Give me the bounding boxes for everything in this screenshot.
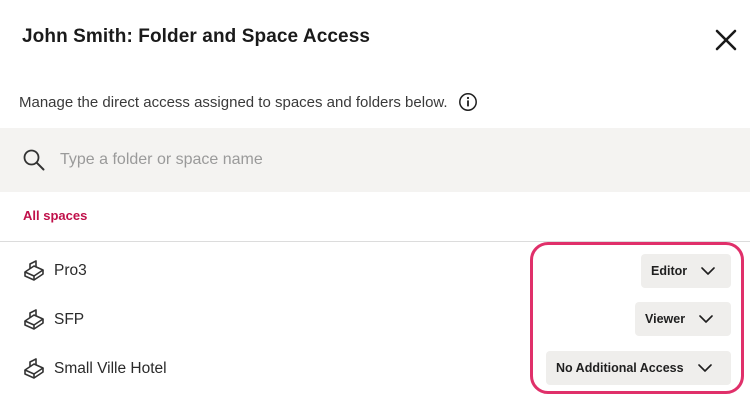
search-input[interactable] xyxy=(58,150,662,170)
access-dropdown[interactable]: No Additional Access xyxy=(546,351,731,385)
space-row: Small Ville Hotel No Additional Access xyxy=(0,349,750,389)
access-dropdown-label: Viewer xyxy=(645,312,686,326)
close-icon xyxy=(715,29,737,51)
all-spaces-link[interactable]: All spaces xyxy=(23,208,87,223)
search-bar xyxy=(0,128,750,192)
space-row: SFP Viewer xyxy=(0,300,750,340)
space-name[interactable]: Pro3 xyxy=(54,262,87,280)
space-cube-icon xyxy=(24,309,44,330)
dialog-description-row: Manage the direct access assigned to spa… xyxy=(19,92,478,112)
chevron-down-icon xyxy=(699,315,713,323)
access-dropdown-label: No Additional Access xyxy=(556,361,684,375)
space-cube-icon xyxy=(24,260,44,281)
space-name[interactable]: SFP xyxy=(54,311,84,329)
access-dialog: John Smith: Folder and Space Access Mana… xyxy=(0,0,750,403)
space-row: Pro3 Editor xyxy=(0,251,750,291)
dialog-description: Manage the direct access assigned to spa… xyxy=(19,93,448,111)
space-name[interactable]: Small Ville Hotel xyxy=(54,360,167,378)
info-icon[interactable] xyxy=(458,92,478,112)
space-cube-icon xyxy=(24,358,44,379)
search-icon xyxy=(23,149,45,171)
close-button[interactable] xyxy=(712,26,740,54)
access-dropdown[interactable]: Editor xyxy=(641,254,731,288)
access-dropdown[interactable]: Viewer xyxy=(635,302,731,336)
chevron-down-icon xyxy=(697,364,712,372)
chevron-down-icon xyxy=(701,267,715,275)
access-dropdown-label: Editor xyxy=(651,264,688,278)
divider xyxy=(0,241,750,242)
dialog-title: John Smith: Folder and Space Access xyxy=(22,26,371,47)
